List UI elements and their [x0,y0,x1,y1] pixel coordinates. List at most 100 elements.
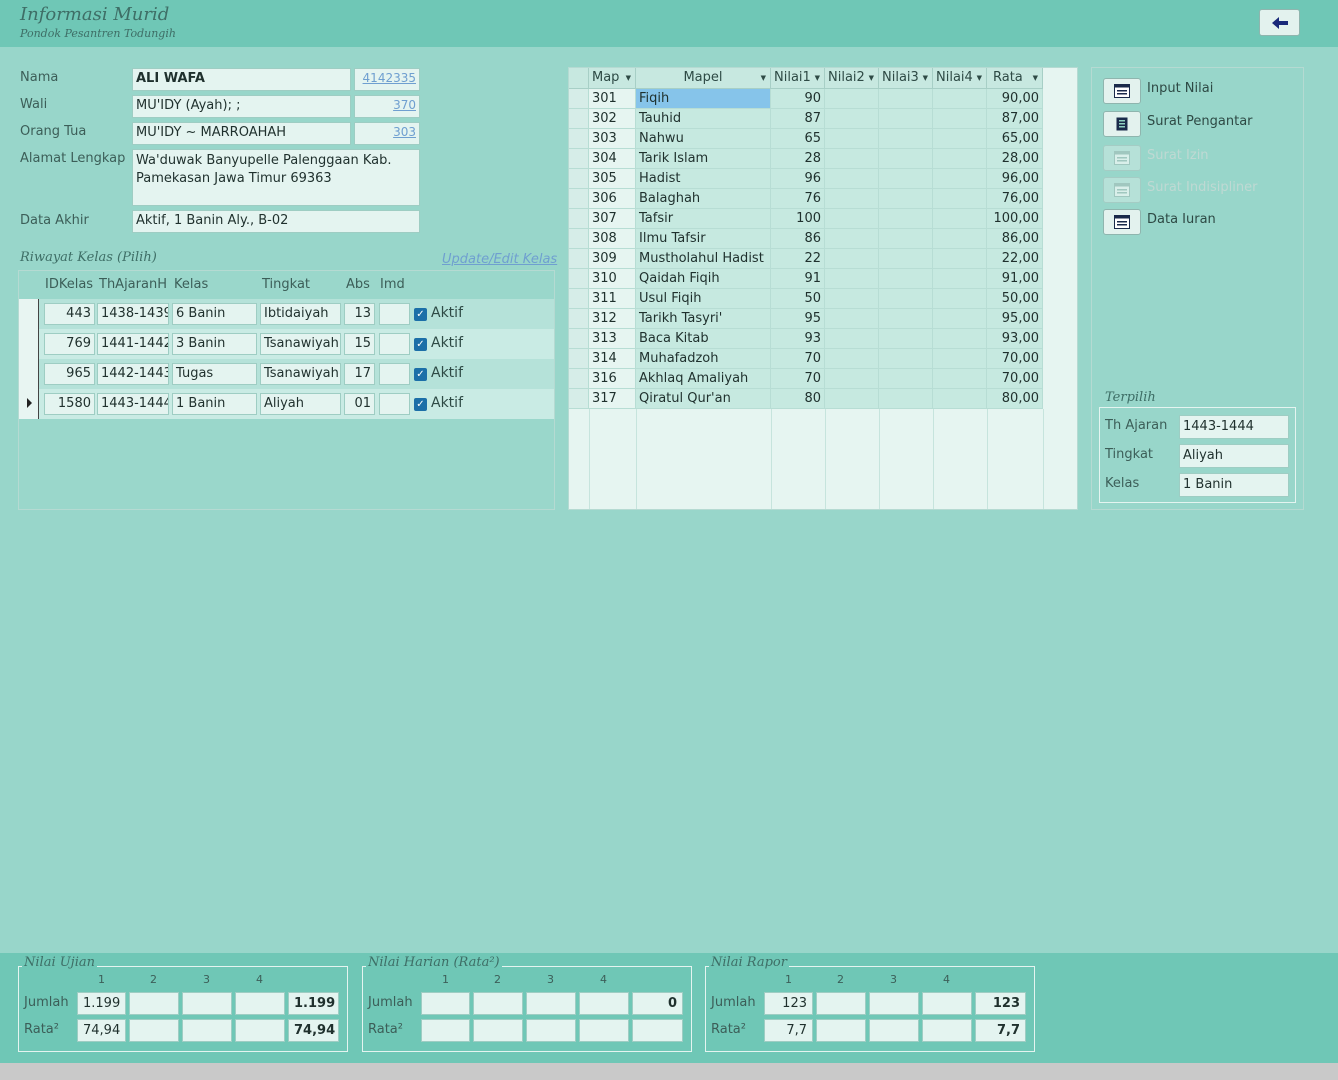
row-selector[interactable] [569,249,589,269]
rata-cell[interactable]: 90,00 [987,89,1043,109]
thajaran-cell[interactable]: 1442-1443 [97,363,169,385]
map-cell[interactable]: 313 [589,329,636,349]
nilai1-cell[interactable]: 28 [771,149,825,169]
row-selector[interactable] [569,329,589,349]
nilai2-cell[interactable] [825,369,879,389]
sort-dropdown-icon[interactable]: ▼ [815,68,820,88]
row-selector[interactable] [569,189,589,209]
nilai3-cell[interactable] [879,149,933,169]
nilai2-cell[interactable] [825,189,879,209]
rapor-jumlah-2[interactable] [816,992,866,1015]
map-cell[interactable]: 314 [589,349,636,369]
ujian-jumlah-1[interactable]: 1.199 [77,992,126,1015]
mapel-cell[interactable]: Tauhid [636,109,771,129]
sort-dropdown-icon[interactable]: ▼ [923,68,928,88]
nilai4-cell[interactable] [933,349,987,369]
nilai4-cell[interactable] [933,289,987,309]
sort-dropdown-icon[interactable]: ▼ [626,68,631,88]
nama-id-link[interactable]: 4142335 [354,68,420,91]
kelas-cell[interactable]: 3 Banin [172,333,257,355]
sort-dropdown-icon[interactable]: ▼ [977,68,982,88]
wali-id-link[interactable]: 370 [354,95,420,118]
map-cell[interactable]: 303 [589,129,636,149]
thajaran-cell[interactable]: 1438-1439 [97,303,169,325]
nilai1-cell[interactable]: 95 [771,309,825,329]
map-cell[interactable]: 310 [589,269,636,289]
abs-cell[interactable]: 01 [344,393,375,415]
rata-cell[interactable]: 87,00 [987,109,1043,129]
nilai2-cell[interactable] [825,89,879,109]
mapel-cell[interactable]: Hadist [636,169,771,189]
rapor-jumlah-4[interactable] [922,992,972,1015]
harian-jumlah-total[interactable]: 0 [632,992,683,1015]
thajaran-cell[interactable]: 1441-1442 [97,333,169,355]
harian-jumlah-3[interactable] [526,992,576,1015]
idkelas-cell[interactable]: 1580 [44,393,95,415]
nilai-row[interactable]: 308 Ilmu Tafsir 86 86,00 [569,229,1077,249]
surat-indisipliner-button[interactable] [1103,177,1141,203]
mapel-cell[interactable]: Tafsir [636,209,771,229]
row-selector[interactable] [569,209,589,229]
nilai-row[interactable]: 313 Baca Kitab 93 93,00 [569,329,1077,349]
row-selector[interactable] [569,289,589,309]
nilai-row[interactable]: 306 Balaghah 76 76,00 [569,189,1077,209]
nilai2-cell[interactable] [825,329,879,349]
nilai1-cell[interactable]: 50 [771,289,825,309]
rapor-jumlah-total[interactable]: 123 [975,992,1026,1015]
nilai-row[interactable]: 312 Tarikh Tasyri' 95 95,00 [569,309,1077,329]
nilai1-cell[interactable]: 76 [771,189,825,209]
nilai2-cell[interactable] [825,129,879,149]
ujian-rata-1[interactable]: 74,94 [77,1019,126,1042]
mapel-cell[interactable]: Baca Kitab [636,329,771,349]
rata-cell[interactable]: 76,00 [987,189,1043,209]
ujian-rata-2[interactable] [129,1019,179,1042]
input-nilai-label[interactable]: Input Nilai [1147,81,1213,96]
rata-cell[interactable]: 86,00 [987,229,1043,249]
nilai4-cell[interactable] [933,229,987,249]
ujian-rata-total[interactable]: 74,94 [288,1019,339,1042]
nilai3-cell[interactable] [879,329,933,349]
row-selector[interactable] [569,169,589,189]
col-header-map[interactable]: Map ▼ [589,68,636,89]
nilai4-cell[interactable] [933,329,987,349]
wali-field[interactable]: MU'IDY (Ayah); ; [132,95,351,118]
mapel-cell[interactable]: Balaghah [636,189,771,209]
row-selector[interactable] [569,109,589,129]
surat-indisipliner-label[interactable]: Surat Indisipliner [1147,180,1257,195]
rata-cell[interactable]: 100,00 [987,209,1043,229]
nilai1-cell[interactable]: 86 [771,229,825,249]
mapel-cell[interactable]: Qaidah Fiqih [636,269,771,289]
nilai-row[interactable]: 303 Nahwu 65 65,00 [569,129,1077,149]
data-akhir-field[interactable]: Aktif, 1 Banin Aly., B-02 [132,210,420,233]
imd-cell[interactable] [379,333,410,355]
nilai2-cell[interactable] [825,349,879,369]
mapel-cell[interactable]: Mustholahul Hadist [636,249,771,269]
nilai4-cell[interactable] [933,249,987,269]
abs-cell[interactable]: 17 [344,363,375,385]
nilai3-cell[interactable] [879,129,933,149]
nilai2-cell[interactable] [825,209,879,229]
tingkat-cell[interactable]: Tsanawiyah [260,333,341,355]
record-selector[interactable] [19,329,39,359]
data-iuran-button[interactable] [1103,209,1141,235]
nilai3-cell[interactable] [879,389,933,409]
map-cell[interactable]: 302 [589,109,636,129]
ujian-rata-3[interactable] [182,1019,232,1042]
nilai1-cell[interactable]: 96 [771,169,825,189]
nilai4-cell[interactable] [933,129,987,149]
kelas-cell[interactable]: 1 Banin [172,393,257,415]
nilai2-cell[interactable] [825,289,879,309]
ujian-jumlah-total[interactable]: 1.199 [288,992,339,1015]
nilai1-cell[interactable]: 100 [771,209,825,229]
surat-pengantar-button[interactable] [1103,111,1141,137]
rata-cell[interactable]: 22,00 [987,249,1043,269]
kelas-cell[interactable]: 6 Banin [172,303,257,325]
data-iuran-label[interactable]: Data Iuran [1147,212,1216,227]
ortu-id-link[interactable]: 303 [354,122,420,145]
surat-izin-button[interactable] [1103,145,1141,171]
surat-pengantar-label[interactable]: Surat Pengantar [1147,114,1253,129]
th-ajaran-field[interactable]: 1443-1444 [1179,415,1289,439]
select-all-corner[interactable] [569,68,589,89]
sort-dropdown-icon[interactable]: ▼ [869,68,874,88]
col-header-nilai4[interactable]: Nilai4 ▼ [933,68,987,89]
